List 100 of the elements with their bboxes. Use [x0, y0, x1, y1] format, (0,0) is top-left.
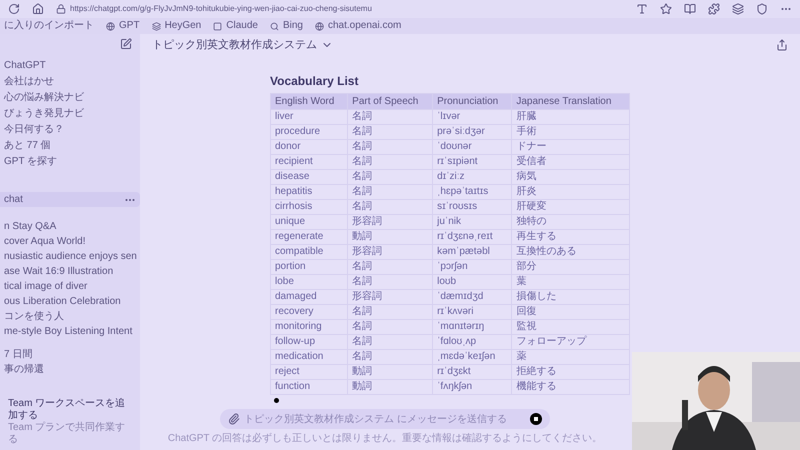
new-chat-icon[interactable] [120, 38, 132, 50]
table-cell: reject [270, 364, 348, 380]
table-cell: 肝炎 [512, 184, 630, 200]
table-cell: 拒絶する [512, 364, 630, 380]
sidebar-item[interactable]: あと 77 個 [0, 138, 140, 154]
table-cell: 名詞 [348, 304, 433, 320]
chat-item[interactable]: 事の帰還 [0, 362, 140, 377]
table-cell: 名詞 [348, 320, 433, 334]
table-cell: 葉 [512, 274, 630, 290]
sidebar-item[interactable]: びょうき発見ナビ [0, 106, 140, 122]
table-cell: lobe [270, 274, 348, 290]
table-cell: ˈmɑnɪtərɪŋ [432, 320, 512, 334]
team-upgrade-title[interactable]: Team ワークスペースを追加する [8, 398, 132, 422]
sidebar-item[interactable]: ChatGPT [0, 58, 140, 74]
table-cell: ˈfɑloʊˌʌp [432, 334, 512, 350]
table-cell: 病気 [512, 170, 630, 184]
bookmark-link[interactable]: Bing [282, 21, 303, 31]
chat-item[interactable]: tical image of diver [0, 279, 140, 294]
chat-item[interactable]: ase Wait 16:9 Illustration [0, 264, 140, 279]
table-cell: 名詞 [348, 334, 433, 350]
table-cell: 名詞 [348, 154, 433, 170]
section-label: 7 日間 [3, 348, 34, 362]
sidebar-item[interactable]: GPT を探す [0, 154, 140, 170]
table-cell: recovery [270, 304, 348, 320]
table-cell: 互換性のある [512, 244, 630, 260]
table-cell: 名詞 [348, 184, 433, 200]
bookmark-icon [314, 22, 324, 30]
bookmark-link[interactable]: HeyGen [164, 21, 202, 31]
chat-item[interactable]: chat [0, 192, 140, 207]
table-cell: 名詞 [348, 200, 433, 214]
home-icon[interactable] [32, 3, 44, 15]
table-cell: medication [270, 350, 348, 364]
collections-icon[interactable] [732, 3, 744, 15]
table-cell: recipient [270, 154, 348, 170]
table-cell: ˌmɛdəˈkeɪʃən [432, 350, 512, 364]
chat-item[interactable]: コンを使う人 [0, 309, 140, 324]
bookmark-link[interactable]: Claude [226, 21, 258, 31]
bookmark-link[interactable]: に入りのインポート [4, 21, 94, 31]
table-cell: ˈdoʊnər [432, 140, 512, 154]
reload-icon[interactable] [8, 3, 20, 15]
chat-item[interactable]: n Stay Q&A [0, 219, 140, 234]
bookmark-icon [152, 22, 161, 30]
table-cell: dɪˈziːz [432, 170, 512, 184]
table-cell: 動詞 [348, 380, 433, 394]
table-title: Vocabulary List [270, 73, 360, 90]
table-cell: 動詞 [348, 364, 433, 380]
gpt-title[interactable]: トピック別英文教材作成システム [152, 36, 317, 54]
table-cell: 独特の [512, 214, 630, 230]
table-cell: フォローアップ [512, 334, 630, 350]
table-cell: 名詞 [348, 124, 433, 140]
table-cell: monitoring [270, 320, 348, 334]
attach-icon[interactable] [228, 413, 240, 425]
shield-icon[interactable] [756, 3, 768, 15]
table-cell: 形容詞 [348, 244, 433, 260]
table-cell: rɪˈdʒɛnəˌreɪt [432, 230, 512, 244]
table-cell: kəmˈpætəbl [432, 244, 512, 260]
column-header: Pronunciation [432, 94, 512, 110]
table-cell: follow-up [270, 334, 348, 350]
bookmark-icon [213, 22, 222, 30]
sidebar-item[interactable]: 心の悩み解決ナビ [0, 90, 140, 106]
chat-item[interactable]: nusiastic audience enjoys sen [0, 249, 140, 264]
table-cell: procedure [270, 124, 348, 140]
table-cell: rɪˈsɪpiənt [432, 154, 512, 170]
table-cell: ˌhɛpəˈtaɪtɪs [432, 184, 512, 200]
star-icon[interactable] [660, 3, 672, 15]
table-cell: compatible [270, 244, 348, 260]
table-cell: donor [270, 140, 348, 154]
puzzle-icon[interactable] [708, 3, 720, 15]
table-cell: portion [270, 260, 348, 274]
table-cell: 監視 [512, 320, 630, 334]
table-cell: 名詞 [348, 350, 433, 364]
table-cell: cirrhosis [270, 200, 348, 214]
table-cell: 手術 [512, 124, 630, 140]
table-cell: rɪˈkʌvəri [432, 304, 512, 320]
table-cell: ˈdæmɪdʒd [432, 290, 512, 304]
sidebar-item[interactable]: 会社はかせ [0, 74, 140, 90]
column-header: Part of Speech [348, 94, 433, 110]
table-cell: 損傷した [512, 290, 630, 304]
table-cell: sɪˈroʊsɪs [432, 200, 512, 214]
share-icon[interactable] [776, 39, 788, 51]
table-cell: 名詞 [348, 140, 433, 154]
bookmark-link[interactable]: GPT [119, 21, 140, 31]
table-cell: ˈpɔrʃən [432, 260, 512, 274]
bookmark-link[interactable]: chat.openai.com [328, 21, 402, 31]
chat-item[interactable]: cover Aqua World! [0, 234, 140, 249]
table-cell: 名詞 [348, 260, 433, 274]
table-cell: 再生する [512, 230, 630, 244]
table-cell: 形容詞 [348, 290, 433, 304]
read-aloud-icon[interactable] [636, 3, 648, 15]
book-icon[interactable] [684, 3, 696, 15]
table-cell: 回復 [512, 304, 630, 320]
table-cell: 動詞 [348, 230, 433, 244]
table-cell: 名詞 [348, 170, 433, 184]
chat-item[interactable]: ous Liberation Celebration [0, 294, 140, 309]
table-cell: ˈlɪvər [432, 110, 512, 124]
disclaimer: ChatGPT の回答は必ずしも正しいとは限りません。重要な情報は確認するようにしてください。 [168, 432, 602, 446]
chat-item[interactable]: me-style Boy Listening Intent [0, 324, 140, 339]
sidebar-item[interactable]: 今日何する？ [0, 122, 140, 138]
bookmark-icon [270, 22, 279, 30]
stop-button[interactable] [530, 413, 542, 425]
